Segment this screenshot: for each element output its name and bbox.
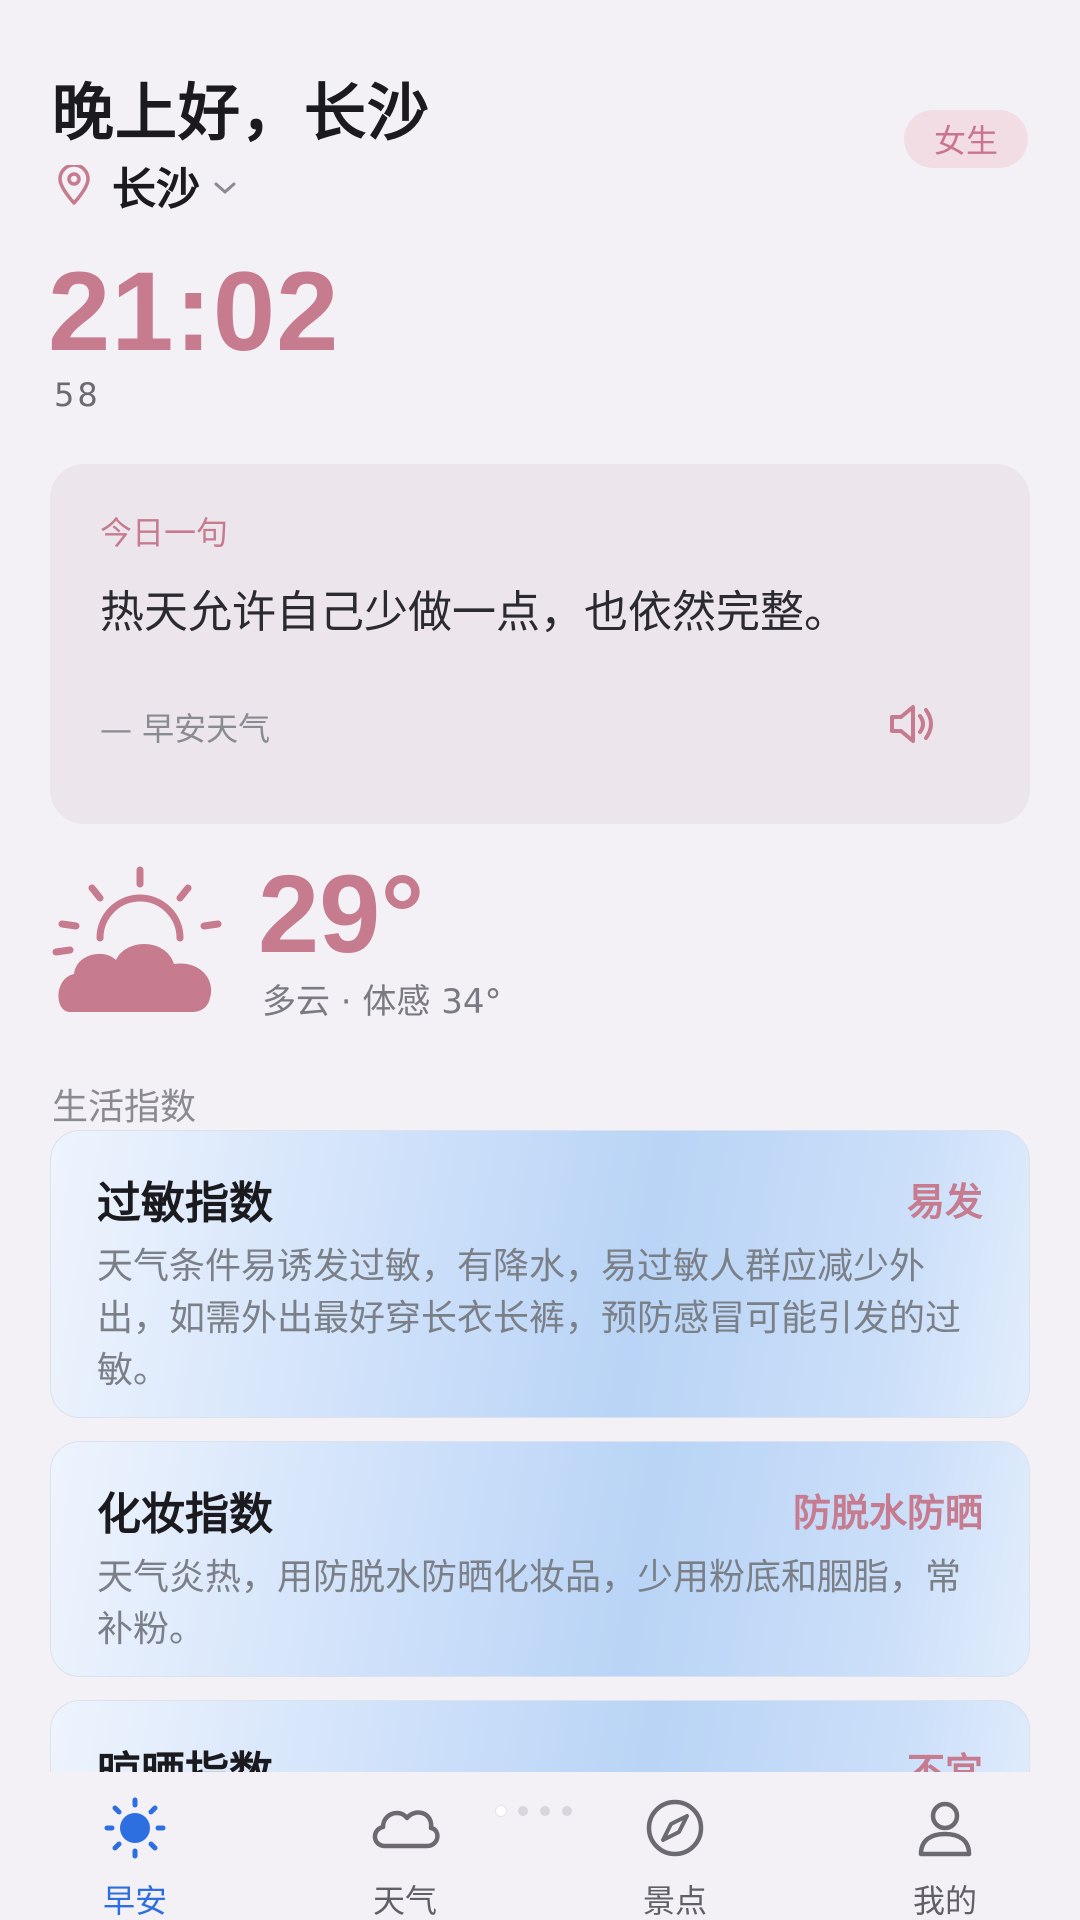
temperature: 29°: [258, 853, 425, 976]
nav-item-weather[interactable]: 天气: [270, 1772, 540, 1920]
voice-gender-toggle[interactable]: 女生: [904, 110, 1028, 168]
city-name: 长沙: [112, 164, 200, 215]
index-level: 易发: [906, 1180, 983, 1224]
index-description: 天气炎热，用防脱水防晒化妆品，少用粉底和胭脂，常补粉。: [97, 1557, 962, 1650]
page-indicator: [496, 1806, 572, 1816]
page-dot: [562, 1806, 572, 1816]
chevron-down-icon: [214, 182, 236, 194]
index-level: 防脱水防晒: [792, 1491, 983, 1535]
nav-item-profile[interactable]: 我的: [810, 1772, 1080, 1920]
location-pin-icon: [58, 165, 90, 205]
user-icon: [918, 1801, 972, 1857]
speaker-icon[interactable]: [888, 702, 938, 746]
city-selector[interactable]: 长沙: [56, 152, 238, 218]
greeting-title: 晚上好，长沙: [52, 76, 431, 149]
clock-seconds: 58: [54, 376, 101, 414]
weather-description: 多云 · 体感 34°: [262, 982, 502, 1022]
quote-source: — 早安天气: [100, 710, 271, 748]
daily-quote-card: 今日一句 热天允许自己少做一点，也依然完整。 — 早安天气: [50, 464, 1030, 824]
bottom-navigation: 早安 天气 景点 我的: [0, 1772, 1080, 1920]
nav-item-attractions[interactable]: 景点: [540, 1772, 810, 1920]
index-card-makeup[interactable]: 化妆指数 防脱水防晒 天气炎热，用防脱水防晒化妆品，少用粉底和胭脂，常补粉。: [50, 1441, 1030, 1677]
nav-label: 景点: [642, 1882, 707, 1920]
page-dot: [540, 1806, 550, 1816]
nav-label: 天气: [372, 1882, 437, 1920]
index-name: 过敏指数: [97, 1178, 273, 1229]
home-screen: 晚上好，长沙 长沙 女生 21:02 58 今日一句 热天允许自己少做一点，也依…: [0, 0, 1080, 1920]
compass-icon: [646, 1799, 704, 1857]
index-card-allergy[interactable]: 过敏指数 易发 天气条件易诱发过敏，有降水，易过敏人群应减少外出，如需外出最好穿…: [50, 1130, 1030, 1418]
nav-label: 我的: [912, 1882, 977, 1920]
nav-label: 早安: [102, 1882, 167, 1920]
page-dot: [518, 1806, 528, 1816]
index-name: 化妆指数: [97, 1489, 273, 1540]
partly-cloudy-icon: [52, 866, 222, 1012]
sun-icon: [104, 1797, 166, 1859]
index-description: 天气条件易诱发过敏，有降水，易过敏人群应减少外出，如需外出最好穿长衣长裤，预防感…: [97, 1246, 962, 1391]
quote-text: 热天允许自己少做一点，也依然完整。: [100, 587, 848, 638]
cloud-icon: [372, 1810, 440, 1849]
nav-item-morning[interactable]: 早安: [0, 1772, 270, 1920]
clock-time: 21:02: [48, 249, 340, 374]
page-dot: [496, 1806, 506, 1816]
quote-label: 今日一句: [100, 514, 229, 552]
life-index-title: 生活指数: [52, 1087, 197, 1128]
